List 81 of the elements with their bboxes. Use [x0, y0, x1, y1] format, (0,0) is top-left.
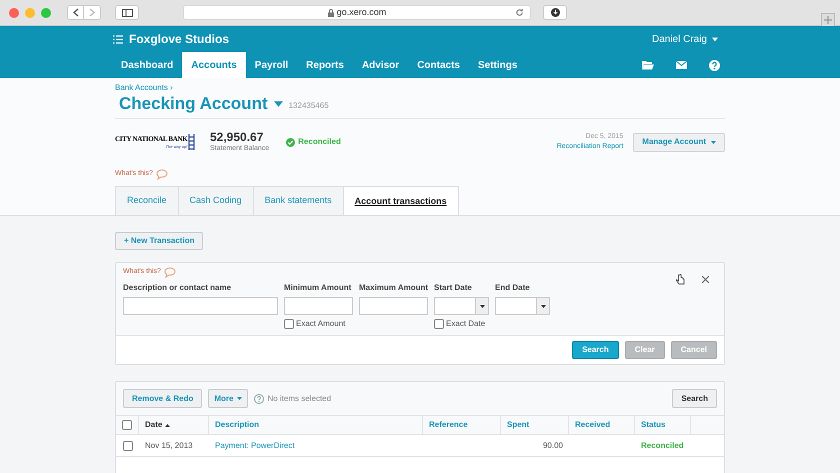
- column-header[interactable]: Received: [569, 416, 635, 434]
- field-label: End Date: [495, 282, 531, 294]
- reconciled-status: Reconciled: [298, 136, 341, 148]
- text-field[interactable]: [284, 297, 353, 315]
- statement-balance: 52,950.67: [210, 130, 264, 144]
- search-button[interactable]: Search: [672, 389, 717, 408]
- description-link[interactable]: Payment: PowerDirect: [209, 440, 423, 452]
- column-header[interactable]: Description: [209, 416, 423, 434]
- mail-icon[interactable]: [676, 61, 687, 69]
- tab[interactable]: Cash Coding: [178, 186, 253, 215]
- field-label: Start Date: [434, 282, 473, 294]
- reload-icon[interactable]: [515, 8, 524, 17]
- speech-bubble-icon: [156, 168, 168, 180]
- selection-note: No items selected: [267, 392, 332, 404]
- spent-cell-text: 90.00: [542, 440, 564, 452]
- download-icon: [550, 8, 560, 17]
- caret-icon: [165, 424, 170, 426]
- field-label: Maximum Amount: [359, 282, 428, 294]
- column-header[interactable]: Reference: [423, 416, 501, 434]
- hand-cursor-icon: [676, 274, 685, 285]
- caret-icon: [712, 36, 718, 42]
- tab[interactable]: Reconcile: [115, 186, 178, 215]
- nav-tab[interactable]: Contacts: [408, 52, 469, 78]
- close-icon[interactable]: [702, 276, 709, 283]
- chevron-right-icon: [89, 8, 95, 17]
- remove-redo-button[interactable]: Remove & Redo: [123, 389, 202, 408]
- search-button[interactable]: Search: [572, 341, 619, 359]
- tab[interactable]: Account transactions: [342, 186, 459, 216]
- caret-icon: [711, 140, 716, 144]
- tab[interactable]: Bank statements: [252, 186, 343, 215]
- speech-bubble-icon: [164, 267, 176, 278]
- lock-icon: [328, 8, 334, 16]
- account-title[interactable]: Checking Account: [119, 93, 268, 115]
- caret-icon: [540, 304, 546, 308]
- date-field[interactable]: [434, 297, 490, 315]
- menu-list-icon[interactable]: [113, 34, 123, 44]
- checkbox[interactable]: [122, 420, 132, 430]
- date-cell-text: Nov 15, 2013: [144, 440, 194, 452]
- help-icon[interactable]: [709, 60, 720, 70]
- manage-account-button[interactable]: Manage Account: [633, 132, 725, 152]
- checkbox[interactable]: [122, 440, 132, 450]
- field-label: Minimum Amount: [284, 282, 352, 294]
- folder-icon[interactable]: [642, 60, 654, 70]
- address-bar[interactable]: go.xero.com: [183, 5, 531, 20]
- column-header[interactable]: Spent: [501, 416, 569, 434]
- checkbox-label: Exact Date: [446, 318, 486, 330]
- breadcrumb-link[interactable]: Bank Accounts ›: [115, 83, 173, 93]
- new-transaction-button[interactable]: + New Transaction: [115, 232, 204, 250]
- nav-tab[interactable]: Advisor: [352, 52, 408, 78]
- user-menu[interactable]: Daniel Craig: [652, 32, 718, 46]
- nav-tab[interactable]: Payroll: [246, 52, 298, 78]
- field-label: Description or contact name: [123, 282, 232, 294]
- text-field[interactable]: [123, 297, 278, 315]
- nav-tab[interactable]: Reports: [297, 52, 353, 78]
- check-circle-icon: [286, 138, 296, 146]
- caret-icon: [480, 304, 485, 308]
- column-header[interactable]: Date: [139, 416, 209, 434]
- organisation-name[interactable]: Foxglove Studios: [129, 30, 230, 48]
- nav-tab[interactable]: Accounts: [182, 52, 246, 78]
- account-number: 132435465: [288, 100, 329, 112]
- checkbox[interactable]: [284, 319, 294, 329]
- more-button[interactable]: More: [208, 389, 248, 408]
- checkbox-label: Exact Amount: [296, 318, 346, 330]
- downloads-button[interactable]: [543, 5, 567, 20]
- url-text: go.xero.com: [336, 6, 386, 19]
- caret-icon: [237, 396, 242, 401]
- sidebar-icon: [122, 8, 132, 16]
- checkbox[interactable]: [434, 319, 444, 329]
- back-button[interactable]: [67, 5, 84, 20]
- new-tab-button[interactable]: [821, 12, 835, 26]
- date-field[interactable]: [495, 297, 550, 315]
- caret-icon: [274, 101, 283, 107]
- help-icon[interactable]: [254, 394, 264, 404]
- column-header[interactable]: Status: [635, 416, 691, 434]
- sidebar-button[interactable]: [115, 5, 139, 20]
- nav-tab[interactable]: Dashboard: [112, 52, 182, 78]
- text-field[interactable]: [359, 297, 428, 315]
- chevron-left-icon: [72, 8, 78, 17]
- status-cell-text: Reconciled: [640, 440, 685, 452]
- nav-tab[interactable]: Settings: [468, 52, 526, 78]
- plus-icon: [824, 16, 832, 24]
